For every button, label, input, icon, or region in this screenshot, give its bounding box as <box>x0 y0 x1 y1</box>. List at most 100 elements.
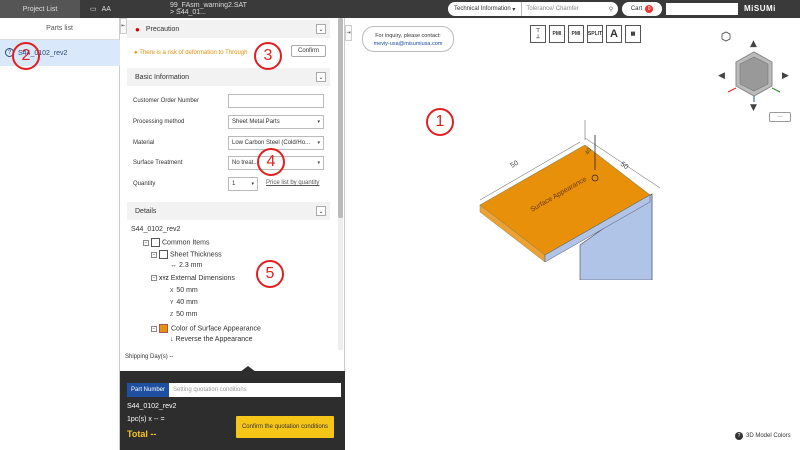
collapse-icon[interactable]: − <box>151 275 157 282</box>
pmi-add-button[interactable]: PMI <box>549 25 565 43</box>
parts-list-panel: Parts list <box>0 18 120 450</box>
tree-row[interactable]: − Sheet Thickness <box>151 250 222 259</box>
annotation-marker: 3 <box>254 42 282 70</box>
precaution-warning: ● There is a risk of deformation to Thro… <box>134 50 248 56</box>
breadcrumb-project-list[interactable]: Project List <box>0 0 80 18</box>
model-colors-label: 3D Model Colors <box>746 433 791 439</box>
price-list-link[interactable]: Price list by quantity <box>266 180 319 186</box>
tree-row: Y 40 mm <box>170 299 198 306</box>
breadcrumb-folder-label: AA <box>101 5 111 13</box>
expand-right-icon[interactable]: ⇥ <box>345 25 352 41</box>
view-cube-icon[interactable] <box>735 51 773 97</box>
cart-label: Cart <box>630 6 643 12</box>
chevron-down-icon: ▾ <box>317 140 320 146</box>
precaution-warning-text: There is a risk of deformation to Throug… <box>139 50 248 56</box>
more-options-button[interactable]: ··· <box>769 112 791 122</box>
annotation-marker: 4 <box>257 148 285 176</box>
customer-order-input[interactable] <box>228 94 324 108</box>
pmi-table-button[interactable]: PMI <box>568 25 584 43</box>
customer-order-label: Customer Order Number <box>133 98 200 104</box>
dimension-label: 50 <box>510 160 520 170</box>
basic-info-header[interactable]: Basic Information ⌄ <box>127 68 330 86</box>
quantity-label: Quantity <box>133 181 156 187</box>
collapse-icon[interactable]: − <box>151 325 157 332</box>
cart-count-badge: 0 <box>645 5 654 13</box>
home-cube-icon[interactable] <box>721 31 731 42</box>
tree-value: 50 mm <box>176 311 198 318</box>
tree-row: ↓ Reverse the Appearance <box>170 336 253 343</box>
pmi-table-label: PMI <box>571 31 581 37</box>
quote-panel: Part Number Setting quotation conditions… <box>120 371 345 450</box>
part-number-input[interactable]: Setting quotation conditions <box>169 383 341 397</box>
details-title: Details <box>135 207 157 215</box>
processing-method-select[interactable]: Sheet Metal Parts ▾ <box>228 115 324 129</box>
inquiry-box: For inquiry, please contact: meviy-usa@m… <box>362 26 454 52</box>
z-axis-icon: Z <box>170 312 174 318</box>
tree-row[interactable]: − Common Items <box>143 238 209 247</box>
question-icon[interactable]: ? <box>735 432 743 440</box>
tree-label: Color of Surface Appearance <box>171 325 261 333</box>
chevron-down-icon: ▾ <box>317 160 320 166</box>
measure-icon[interactable]: ⊤ ⊥ <box>530 25 546 43</box>
collapse-left-icon[interactable]: ⇤ <box>120 18 127 34</box>
search-input[interactable]: Tolerance/ Chamfer <box>522 6 604 12</box>
annotation-button[interactable]: A <box>606 25 622 43</box>
config-scrollbar[interactable] <box>338 18 343 350</box>
split-label: SPLIT <box>587 31 603 37</box>
arrow-down-icon: ↓ <box>170 336 174 343</box>
tree-row[interactable]: − Color of Surface Appearance <box>151 324 261 333</box>
viewer-toolbar: ⊤ ⊥ PMI PMI SPLIT A ▦ <box>530 25 641 43</box>
precaution-title: Precaution <box>145 25 180 33</box>
part-number-badge: Part Number <box>127 383 169 397</box>
user-box[interactable] <box>666 3 738 15</box>
cart-button[interactable]: Cart 0 <box>622 2 662 16</box>
chevron-down-icon[interactable]: ⌄ <box>316 72 326 82</box>
quantity-select[interactable]: 1 ▾ <box>228 177 258 191</box>
details-header[interactable]: Details ⌄ <box>127 202 330 220</box>
tree-value: Reverse the Appearance <box>175 336 253 343</box>
cube-icon <box>159 250 168 259</box>
tree-row: ↔ 2.3 mm <box>170 262 202 269</box>
tree-label: Common Items <box>162 239 210 247</box>
confirm-button[interactable]: Confirm <box>291 45 326 57</box>
pmi-add-label: PMI <box>552 31 562 37</box>
svg-text:◀: ◀ <box>718 71 725 81</box>
shipping-days: Shipping Day(s) -- <box>125 354 174 360</box>
confirm-quotation-button[interactable]: Confirm the quotation conditions <box>236 416 334 438</box>
breadcrumb-folder[interactable]: ▭ AA <box>80 0 160 18</box>
chevron-down-icon[interactable]: ⌄ <box>316 206 326 216</box>
annotation-label: A <box>610 28 618 40</box>
tree-row[interactable]: − XYZ External Dimensions <box>151 275 235 282</box>
tree-label: External Dimensions <box>170 275 235 282</box>
annotation-marker: 2 <box>12 42 40 70</box>
chevron-down-icon[interactable]: ⌄ <box>316 24 326 34</box>
breadcrumb-file[interactable]: 99_FAsm_warning2.SAT > S44_01... <box>160 0 260 18</box>
view-cube[interactable]: ▲ ▼ ◀ ▶ <box>716 30 792 114</box>
split-button[interactable]: SPLIT <box>587 25 603 43</box>
inquiry-email[interactable]: meviy-usa@misumiusa.com <box>363 40 453 48</box>
precaution-header[interactable]: ● Precaution ⌄ <box>127 20 330 38</box>
pieces-text: 1pc(s) x -- = <box>127 416 165 423</box>
misumi-logo: MiSUMi <box>744 4 776 13</box>
tree-value: 2.3 mm <box>179 262 203 269</box>
inquiry-text: For inquiry, please contact: <box>375 33 441 39</box>
surface-treatment-value: No treat... <box>232 160 259 166</box>
material-label: Material <box>133 140 155 146</box>
scrollbar-thumb[interactable] <box>338 18 343 218</box>
model-colors-toggle[interactable]: ? 3D Model Colors <box>735 432 791 440</box>
svg-text:▶: ▶ <box>782 71 789 81</box>
details-part-name: S44_0102_rev2 <box>131 226 181 233</box>
search-category-select[interactable]: Technical Information ▾ <box>448 2 523 16</box>
processing-method-value: Sheet Metal Parts <box>232 119 280 125</box>
collapse-icon[interactable]: − <box>143 239 149 246</box>
cube-icon <box>151 238 160 247</box>
parts-list-header: Parts list <box>0 18 119 40</box>
search-category-label: Technical Information <box>454 6 511 12</box>
grid-view-icon[interactable]: ▦ <box>625 25 641 43</box>
3d-model[interactable]: 50 40 50 Surface Appearance <box>470 110 690 280</box>
collapse-icon[interactable]: − <box>151 251 157 258</box>
search-icon[interactable]: ⚲ <box>604 6 618 13</box>
tree-label: Sheet Thickness <box>170 251 222 259</box>
material-select[interactable]: Low Carbon Steel (Cold/Ho... ▾ <box>228 136 324 150</box>
total-text: Total -- <box>127 429 157 439</box>
